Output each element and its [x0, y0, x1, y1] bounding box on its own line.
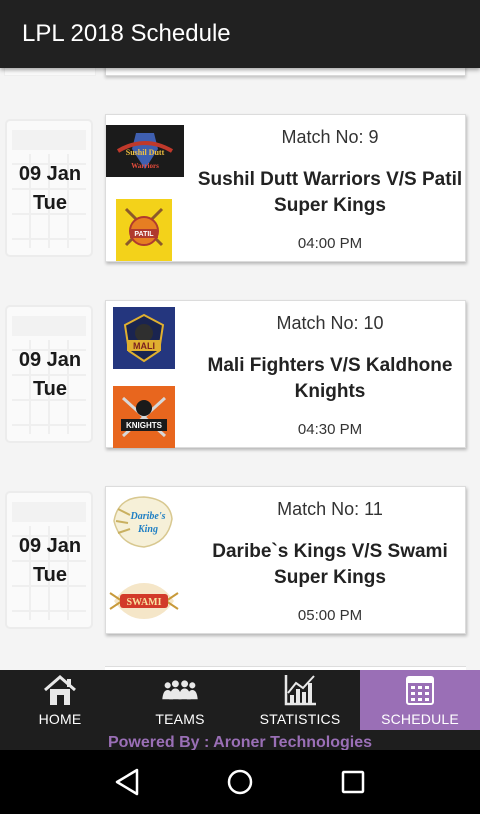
schedule-icon — [400, 672, 440, 708]
svg-text:Warriors: Warriors — [131, 162, 159, 170]
app-root: LPL 2018 Schedule 09 Jan Tue Sushil Dutt… — [0, 0, 480, 814]
match-day: Tue — [32, 564, 68, 586]
powered-by-text: Powered By : Aroner Technologies — [0, 730, 480, 750]
knights-crest-icon: KNIGHTS — [113, 386, 175, 448]
system-navigation-bar — [0, 750, 480, 814]
match-row[interactable]: 09 Jan Tue MALI KNIGHTS Match No: 10 Mal… — [0, 298, 480, 450]
nav-statistics-label: STATISTICS — [259, 711, 341, 727]
daribes-kings-logo: Daribe's King — [108, 491, 178, 553]
match-time: 05:00 PM — [297, 607, 363, 624]
match-teams: Sushil Dutt Warriors V/S Patil Super Kin… — [197, 169, 463, 216]
match-row[interactable]: 09 Jan Tue Sushil Dutt Warriors PATIL Ma… — [0, 112, 480, 264]
nav-schedule[interactable]: SCHEDULE — [360, 670, 480, 730]
match-row[interactable]: 09 Jan Tue Daribe's King SWAMI Match No:… — [0, 484, 480, 636]
match-number: Match No: 11 — [277, 499, 383, 519]
teams-icon — [160, 672, 200, 708]
app-bar: LPL 2018 Schedule — [0, 0, 480, 68]
match-card[interactable]: Daribe's King SWAMI Match No: 11 Daribe`… — [105, 486, 466, 634]
page-title: LPL 2018 Schedule — [22, 20, 231, 47]
svg-text:King: King — [137, 524, 158, 535]
svg-text:MALI: MALI — [133, 341, 155, 351]
home-icon — [40, 672, 80, 708]
recents-button[interactable] — [333, 762, 373, 802]
patil-crest-icon: PATIL — [116, 199, 172, 261]
svg-text:PATIL: PATIL — [134, 231, 154, 238]
match-teams: Mali Fighters V/S Kaldhone Knights — [207, 355, 453, 402]
kaldhone-knights-logo: KNIGHTS — [113, 386, 175, 448]
nav-statistics[interactable]: STATISTICS — [240, 670, 360, 730]
svg-text:Sushil Dutt: Sushil Dutt — [126, 148, 165, 157]
nav-teams[interactable]: TEAMS — [120, 670, 240, 730]
swami-super-kings-logo: SWAMI — [106, 577, 182, 625]
schedule-list[interactable]: 09 Jan Tue Sushil Dutt Warriors PATIL Ma… — [0, 68, 480, 670]
mali-crest-icon: MALI — [113, 307, 175, 369]
warriors-crest-icon: Sushil Dutt Warriors — [106, 125, 184, 177]
date-box: 09 Jan Tue — [2, 486, 98, 634]
match-time: 04:00 PM — [297, 235, 363, 252]
nav-home-label: HOME — [38, 711, 82, 727]
match-number: Match No: 9 — [281, 127, 379, 147]
back-button[interactable] — [107, 762, 147, 802]
nav-home[interactable]: HOME — [0, 670, 120, 730]
nav-schedule-label: SCHEDULE — [381, 711, 459, 727]
back-triangle-icon — [115, 768, 138, 796]
svg-text:Daribe's: Daribe's — [130, 511, 166, 522]
match-teams: Daribe`s Kings V/S Swami Super Kings — [212, 541, 448, 588]
match-card[interactable]: MALI KNIGHTS Match No: 10 Mali Fighters … — [105, 300, 466, 448]
previous-calendar-fragment — [4, 68, 96, 76]
svg-text:SWAMI: SWAMI — [126, 597, 161, 608]
svg-text:KNIGHTS: KNIGHTS — [126, 421, 163, 430]
match-day: Tue — [32, 192, 68, 214]
previous-match-card-fragment[interactable] — [105, 68, 466, 76]
match-date: 09 Jan — [18, 349, 82, 371]
bottom-navigation: HOME TEAMS STATISTICS SCHEDULE — [0, 670, 480, 730]
date-box: 09 Jan Tue — [2, 114, 98, 262]
match-day: Tue — [32, 378, 68, 400]
swami-crest-icon: SWAMI — [106, 577, 182, 625]
statistics-icon — [280, 672, 320, 708]
nav-teams-label: TEAMS — [155, 711, 205, 727]
home-circle-icon — [227, 769, 253, 795]
sushil-dutt-warriors-logo: Sushil Dutt Warriors — [106, 125, 184, 177]
match-date: 09 Jan — [18, 535, 82, 557]
match-date: 09 Jan — [18, 163, 82, 185]
recents-square-icon — [342, 770, 365, 794]
home-system-button[interactable] — [220, 762, 260, 802]
mali-fighters-logo: MALI — [113, 307, 175, 369]
match-time: 04:30 PM — [297, 421, 363, 438]
match-card[interactable]: Sushil Dutt Warriors PATIL Match No: 9 S… — [105, 114, 466, 262]
daribes-crest-icon: Daribe's King — [108, 491, 178, 553]
patil-super-kings-logo: PATIL — [116, 199, 172, 261]
date-box: 09 Jan Tue — [2, 300, 98, 448]
match-number: Match No: 10 — [276, 313, 384, 333]
